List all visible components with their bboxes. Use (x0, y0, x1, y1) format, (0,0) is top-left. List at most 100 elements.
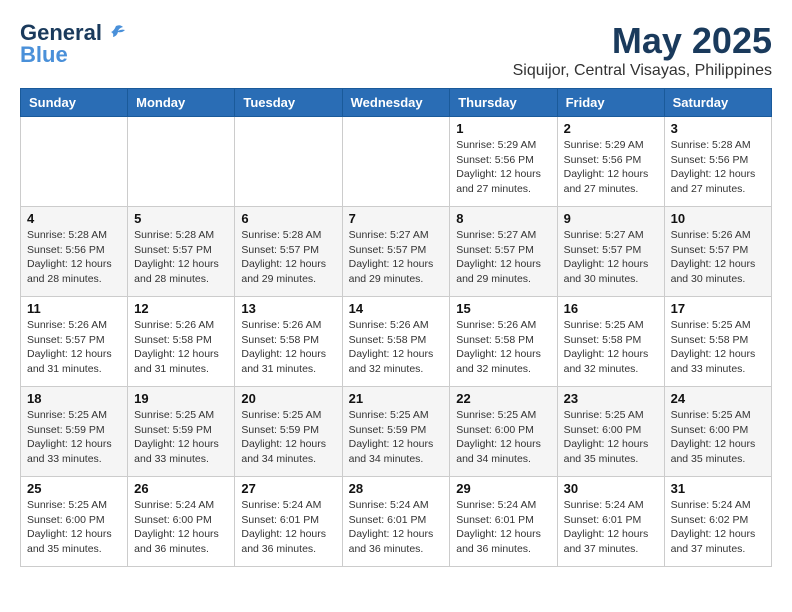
calendar-cell: 16 Sunrise: 5:25 AM Sunset: 5:58 PM Dayli… (557, 297, 664, 387)
day-info: Sunrise: 5:25 AM Sunset: 6:00 PM Dayligh… (564, 408, 658, 467)
weekday-header-thursday: Thursday (450, 89, 557, 117)
day-number: 7 (349, 211, 444, 226)
day-info: Sunrise: 5:25 AM Sunset: 5:59 PM Dayligh… (349, 408, 444, 467)
weekday-header-tuesday: Tuesday (235, 89, 342, 117)
day-info: Sunrise: 5:27 AM Sunset: 5:57 PM Dayligh… (564, 228, 658, 287)
day-info: Sunrise: 5:26 AM Sunset: 5:57 PM Dayligh… (671, 228, 765, 287)
day-number: 15 (456, 301, 550, 316)
day-number: 1 (456, 121, 550, 136)
calendar-cell: 10 Sunrise: 5:26 AM Sunset: 5:57 PM Dayli… (664, 207, 771, 297)
logo: General Blue (20, 20, 127, 68)
calendar-cell (235, 117, 342, 207)
calendar-cell: 4Sunrise: 5:28 AM Sunset: 5:56 PM Daylig… (21, 207, 128, 297)
day-number: 18 (27, 391, 121, 406)
day-number: 14 (349, 301, 444, 316)
day-number: 4 (27, 211, 121, 226)
calendar-header-row: SundayMondayTuesdayWednesdayThursdayFrid… (21, 89, 772, 117)
day-number: 24 (671, 391, 765, 406)
calendar-cell: 17 Sunrise: 5:25 AM Sunset: 5:58 PM Dayli… (664, 297, 771, 387)
day-number: 22 (456, 391, 550, 406)
calendar-cell (128, 117, 235, 207)
day-number: 27 (241, 481, 335, 496)
day-info: Sunrise: 5:29 AM Sunset: 5:56 PM Dayligh… (564, 138, 658, 197)
day-info: Sunrise: 5:25 AM Sunset: 5:59 PM Dayligh… (134, 408, 228, 467)
location-title: Siquijor, Central Visayas, Philippines (513, 62, 772, 80)
day-info: Sunrise: 5:25 AM Sunset: 5:58 PM Dayligh… (671, 318, 765, 377)
calendar-week-row: 25 Sunrise: 5:25 AM Sunset: 6:00 PM Dayli… (21, 477, 772, 567)
day-number: 23 (564, 391, 658, 406)
weekday-header-saturday: Saturday (664, 89, 771, 117)
day-info: Sunrise: 5:26 AM Sunset: 5:58 PM Dayligh… (241, 318, 335, 377)
calendar-cell: 27 Sunrise: 5:24 AM Sunset: 6:01 PM Dayli… (235, 477, 342, 567)
calendar-week-row: 11Sunrise: 5:26 AM Sunset: 5:57 PM Dayli… (21, 297, 772, 387)
weekday-header-monday: Monday (128, 89, 235, 117)
day-number: 25 (27, 481, 121, 496)
logo-bird-icon (105, 22, 127, 44)
calendar-week-row: 18 Sunrise: 5:25 AM Sunset: 5:59 PM Dayli… (21, 387, 772, 477)
day-number: 19 (134, 391, 228, 406)
day-number: 17 (671, 301, 765, 316)
calendar-cell: 12 Sunrise: 5:26 AM Sunset: 5:58 PM Dayli… (128, 297, 235, 387)
day-info: Sunrise: 5:24 AM Sunset: 6:02 PM Dayligh… (671, 498, 765, 557)
weekday-header-wednesday: Wednesday (342, 89, 450, 117)
month-title: May 2025 (513, 20, 772, 62)
calendar-week-row: 1 Sunrise: 5:29 AM Sunset: 5:56 PM Daylig… (21, 117, 772, 207)
day-number: 10 (671, 211, 765, 226)
calendar-cell: 31 Sunrise: 5:24 AM Sunset: 6:02 PM Dayli… (664, 477, 771, 567)
calendar-table: SundayMondayTuesdayWednesdayThursdayFrid… (20, 88, 772, 567)
day-number: 26 (134, 481, 228, 496)
day-number: 21 (349, 391, 444, 406)
day-info: Sunrise: 5:25 AM Sunset: 6:00 PM Dayligh… (456, 408, 550, 467)
day-info: Sunrise: 5:28 AM Sunset: 5:57 PM Dayligh… (241, 228, 335, 287)
day-number: 29 (456, 481, 550, 496)
day-number: 31 (671, 481, 765, 496)
day-number: 9 (564, 211, 658, 226)
calendar-cell: 24Sunrise: 5:25 AM Sunset: 6:00 PM Dayli… (664, 387, 771, 477)
day-number: 20 (241, 391, 335, 406)
day-number: 12 (134, 301, 228, 316)
calendar-cell: 30 Sunrise: 5:24 AM Sunset: 6:01 PM Dayli… (557, 477, 664, 567)
day-info: Sunrise: 5:26 AM Sunset: 5:58 PM Dayligh… (134, 318, 228, 377)
calendar-cell (21, 117, 128, 207)
calendar-cell: 23 Sunrise: 5:25 AM Sunset: 6:00 PM Dayli… (557, 387, 664, 477)
calendar-cell: 8Sunrise: 5:27 AM Sunset: 5:57 PM Daylig… (450, 207, 557, 297)
calendar-cell (342, 117, 450, 207)
day-info: Sunrise: 5:25 AM Sunset: 5:59 PM Dayligh… (241, 408, 335, 467)
calendar-cell: 18Sunrise: 5:25 AM Sunset: 5:59 PM Dayli… (21, 387, 128, 477)
day-info: Sunrise: 5:27 AM Sunset: 5:57 PM Dayligh… (456, 228, 550, 287)
day-number: 16 (564, 301, 658, 316)
calendar-cell: 11Sunrise: 5:26 AM Sunset: 5:57 PM Dayli… (21, 297, 128, 387)
weekday-header-friday: Friday (557, 89, 664, 117)
day-number: 5 (134, 211, 228, 226)
day-number: 13 (241, 301, 335, 316)
calendar-cell: 9 Sunrise: 5:27 AM Sunset: 5:57 PM Daylig… (557, 207, 664, 297)
calendar-cell: 22 Sunrise: 5:25 AM Sunset: 6:00 PM Dayli… (450, 387, 557, 477)
day-info: Sunrise: 5:28 AM Sunset: 5:56 PM Dayligh… (671, 138, 765, 197)
day-info: Sunrise: 5:27 AM Sunset: 5:57 PM Dayligh… (349, 228, 444, 287)
day-info: Sunrise: 5:24 AM Sunset: 6:00 PM Dayligh… (134, 498, 228, 557)
day-info: Sunrise: 5:24 AM Sunset: 6:01 PM Dayligh… (241, 498, 335, 557)
weekday-header-sunday: Sunday (21, 89, 128, 117)
calendar-cell: 14Sunrise: 5:26 AM Sunset: 5:58 PM Dayli… (342, 297, 450, 387)
calendar-cell: 2 Sunrise: 5:29 AM Sunset: 5:56 PM Daylig… (557, 117, 664, 207)
calendar-cell: 20 Sunrise: 5:25 AM Sunset: 5:59 PM Dayli… (235, 387, 342, 477)
day-info: Sunrise: 5:24 AM Sunset: 6:01 PM Dayligh… (564, 498, 658, 557)
calendar-cell: 19 Sunrise: 5:25 AM Sunset: 5:59 PM Dayli… (128, 387, 235, 477)
calendar-cell: 21 Sunrise: 5:25 AM Sunset: 5:59 PM Dayli… (342, 387, 450, 477)
day-info: Sunrise: 5:24 AM Sunset: 6:01 PM Dayligh… (349, 498, 444, 557)
day-number: 11 (27, 301, 121, 316)
day-info: Sunrise: 5:25 AM Sunset: 6:00 PM Dayligh… (27, 498, 121, 557)
calendar-cell: 5 Sunrise: 5:28 AM Sunset: 5:57 PM Daylig… (128, 207, 235, 297)
day-number: 6 (241, 211, 335, 226)
calendar-week-row: 4Sunrise: 5:28 AM Sunset: 5:56 PM Daylig… (21, 207, 772, 297)
day-number: 28 (349, 481, 444, 496)
day-info: Sunrise: 5:24 AM Sunset: 6:01 PM Dayligh… (456, 498, 550, 557)
day-info: Sunrise: 5:28 AM Sunset: 5:57 PM Dayligh… (134, 228, 228, 287)
day-info: Sunrise: 5:25 AM Sunset: 5:58 PM Dayligh… (564, 318, 658, 377)
day-number: 2 (564, 121, 658, 136)
day-info: Sunrise: 5:26 AM Sunset: 5:58 PM Dayligh… (456, 318, 550, 377)
calendar-cell: 1Sunrise: 5:29 AM Sunset: 5:56 PM Daylig… (450, 117, 557, 207)
day-number: 3 (671, 121, 765, 136)
calendar-cell: 29 Sunrise: 5:24 AM Sunset: 6:01 PM Dayli… (450, 477, 557, 567)
day-number: 30 (564, 481, 658, 496)
